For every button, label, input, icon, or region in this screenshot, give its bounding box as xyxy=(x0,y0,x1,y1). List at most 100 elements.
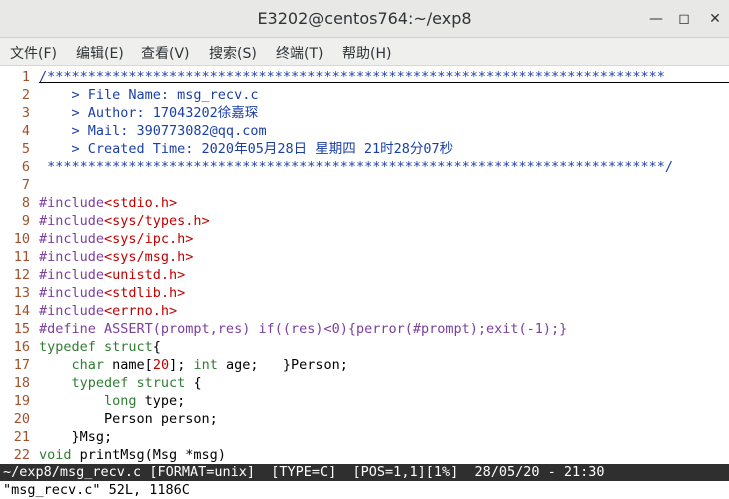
code-token: #include xyxy=(39,195,105,211)
code-token: > File Name: msg_recv.c xyxy=(39,87,259,103)
code-line[interactable]: 4 > Mail: 390773082@qq.com xyxy=(0,122,729,140)
code-token: name[ xyxy=(104,357,153,373)
status-percent: [1%] xyxy=(425,464,459,480)
code-token: ]; xyxy=(169,357,194,373)
line-number: 15 xyxy=(13,321,30,337)
code-token: #define ASSERT(prompt,res) if((res)<0){p… xyxy=(39,321,568,337)
menu-edit[interactable]: 编辑(E) xyxy=(76,43,124,63)
code-token: <sys/types.h> xyxy=(104,213,210,229)
code-line[interactable]: 1 /**************************************… xyxy=(0,68,729,86)
code-line[interactable]: 8 #include<stdio.h> xyxy=(0,194,729,212)
line-number: 6 xyxy=(21,159,30,175)
code-token: #include xyxy=(39,285,105,301)
code-token: int xyxy=(193,357,218,373)
status-bar: ~/exp8/msg_recv.c [FORMAT=unix] [TYPE=C]… xyxy=(0,464,729,481)
code-token: <stdlib.h> xyxy=(104,285,186,301)
code-line[interactable]: 7 xyxy=(0,176,729,194)
line-number: 13 xyxy=(13,285,30,301)
line-number: 16 xyxy=(13,339,30,355)
code-line[interactable]: 16 typedef struct{ xyxy=(0,338,729,356)
code-line[interactable]: 20 Person person; xyxy=(0,410,729,428)
code-token: typedef struct xyxy=(71,375,186,391)
line-number: 10 xyxy=(13,231,30,247)
code-token: <sys/msg.h> xyxy=(104,249,194,265)
command-line-message: "msg_recv.c" 52L, 1186C xyxy=(0,481,729,499)
code-token: > Mail: 390773082@qq.com xyxy=(39,123,267,139)
menu-view[interactable]: 查看(V) xyxy=(141,43,190,63)
menu-search[interactable]: 搜索(S) xyxy=(209,43,257,63)
line-number: 18 xyxy=(13,375,30,391)
maximize-icon[interactable]: ◻ xyxy=(674,9,694,29)
code-line[interactable]: 6 **************************************… xyxy=(0,158,729,176)
window-title: E3202@centos764:~/exp8 xyxy=(257,9,472,28)
code-line[interactable]: 19 long type; xyxy=(0,392,729,410)
code-token: char xyxy=(71,357,105,373)
code-line[interactable]: 2 > File Name: msg_recv.c xyxy=(0,86,729,104)
code-line[interactable]: 11 #include<sys/msg.h> xyxy=(0,248,729,266)
code-token: <sys/ipc.h> xyxy=(104,231,194,247)
menu-bar: 文件(F) 编辑(E) 查看(V) 搜索(S) 终端(T) 帮助(H) xyxy=(0,38,729,66)
menu-help[interactable]: 帮助(H) xyxy=(342,43,391,63)
code-line[interactable]: 15 #define ASSERT(prompt,res) if((res)<0)… xyxy=(0,320,729,338)
code-token: printMsg(Msg *msg) xyxy=(71,447,226,463)
code-line[interactable]: 9 #include<sys/types.h> xyxy=(0,212,729,230)
menu-file[interactable]: 文件(F) xyxy=(10,43,57,63)
status-pos: [POS=1,1] xyxy=(352,464,426,480)
code-token: #include xyxy=(39,231,105,247)
code-token: { xyxy=(152,339,161,355)
code-token: void xyxy=(39,447,72,463)
line-number: 3 xyxy=(21,105,30,121)
code-token: #include xyxy=(39,249,105,265)
close-icon[interactable]: ✕ xyxy=(705,9,725,29)
code-token: typedef struct xyxy=(39,339,153,355)
line-number: 11 xyxy=(13,249,30,265)
line-number: 5 xyxy=(21,141,30,157)
code-token: ****************************************… xyxy=(39,159,673,175)
code-token: <stdio.h> xyxy=(104,195,178,211)
line-number: 7 xyxy=(21,177,30,193)
code-token: 20 xyxy=(152,357,170,373)
line-number: 19 xyxy=(13,393,30,409)
line-number: 20 xyxy=(13,411,30,427)
line-number: 2 xyxy=(21,87,30,103)
code-token: #include xyxy=(39,303,105,319)
code-token: long xyxy=(104,393,137,409)
code-token: }Msg; xyxy=(39,429,113,445)
line-number: 1 xyxy=(21,69,30,85)
code-token: > Author: 17043202徐嘉琛 xyxy=(39,105,259,121)
minimize-icon[interactable]: — xyxy=(646,9,666,29)
status-type: [TYPE=C] xyxy=(271,464,337,480)
line-number: 9 xyxy=(21,213,30,229)
code-line[interactable]: 17 char name[20]; int age; }Person; xyxy=(0,356,729,374)
status-format: [FORMAT=unix] xyxy=(149,464,255,480)
line-number: 17 xyxy=(13,357,30,373)
code-token: Person person; xyxy=(39,411,218,427)
code-token: { xyxy=(185,375,202,391)
status-path: ~/exp8/msg_recv.c xyxy=(3,464,142,480)
code-line[interactable]: 5 > Created Time: 2020年05月28日 星期四 21时28分… xyxy=(0,140,729,158)
code-line[interactable]: 3 > Author: 17043202徐嘉琛 xyxy=(0,104,729,122)
code-token: > Created Time: 2020年05月28日 星期四 21时28分07… xyxy=(39,141,454,157)
line-number: 22 xyxy=(13,447,30,463)
code-line[interactable]: 21 }Msg; xyxy=(0,428,729,446)
code-line[interactable]: 22 void printMsg(Msg *msg) xyxy=(0,446,729,464)
code-line[interactable]: 14 #include<errno.h> xyxy=(0,302,729,320)
code-line[interactable]: 10 #include<sys/ipc.h> xyxy=(0,230,729,248)
code-token: type; xyxy=(136,393,186,409)
menu-terminal[interactable]: 终端(T) xyxy=(276,43,323,63)
code-token: #include xyxy=(39,213,105,229)
line-number: 4 xyxy=(21,123,30,139)
code-token: /***************************************… xyxy=(39,69,665,85)
vim-editor[interactable]: 1 /**************************************… xyxy=(0,66,729,464)
line-number: 8 xyxy=(21,195,30,211)
code-token: <errno.h> xyxy=(104,303,178,319)
code-token: #include xyxy=(39,267,105,283)
code-line[interactable]: 18 typedef struct { xyxy=(0,374,729,392)
code-line[interactable]: 12 #include<unistd.h> xyxy=(0,266,729,284)
code-line[interactable]: 13 #include<stdlib.h> xyxy=(0,284,729,302)
status-datetime: 28/05/20 - 21:30 xyxy=(474,464,605,480)
title-bar: E3202@centos764:~/exp8 — ◻ ✕ xyxy=(0,0,729,38)
